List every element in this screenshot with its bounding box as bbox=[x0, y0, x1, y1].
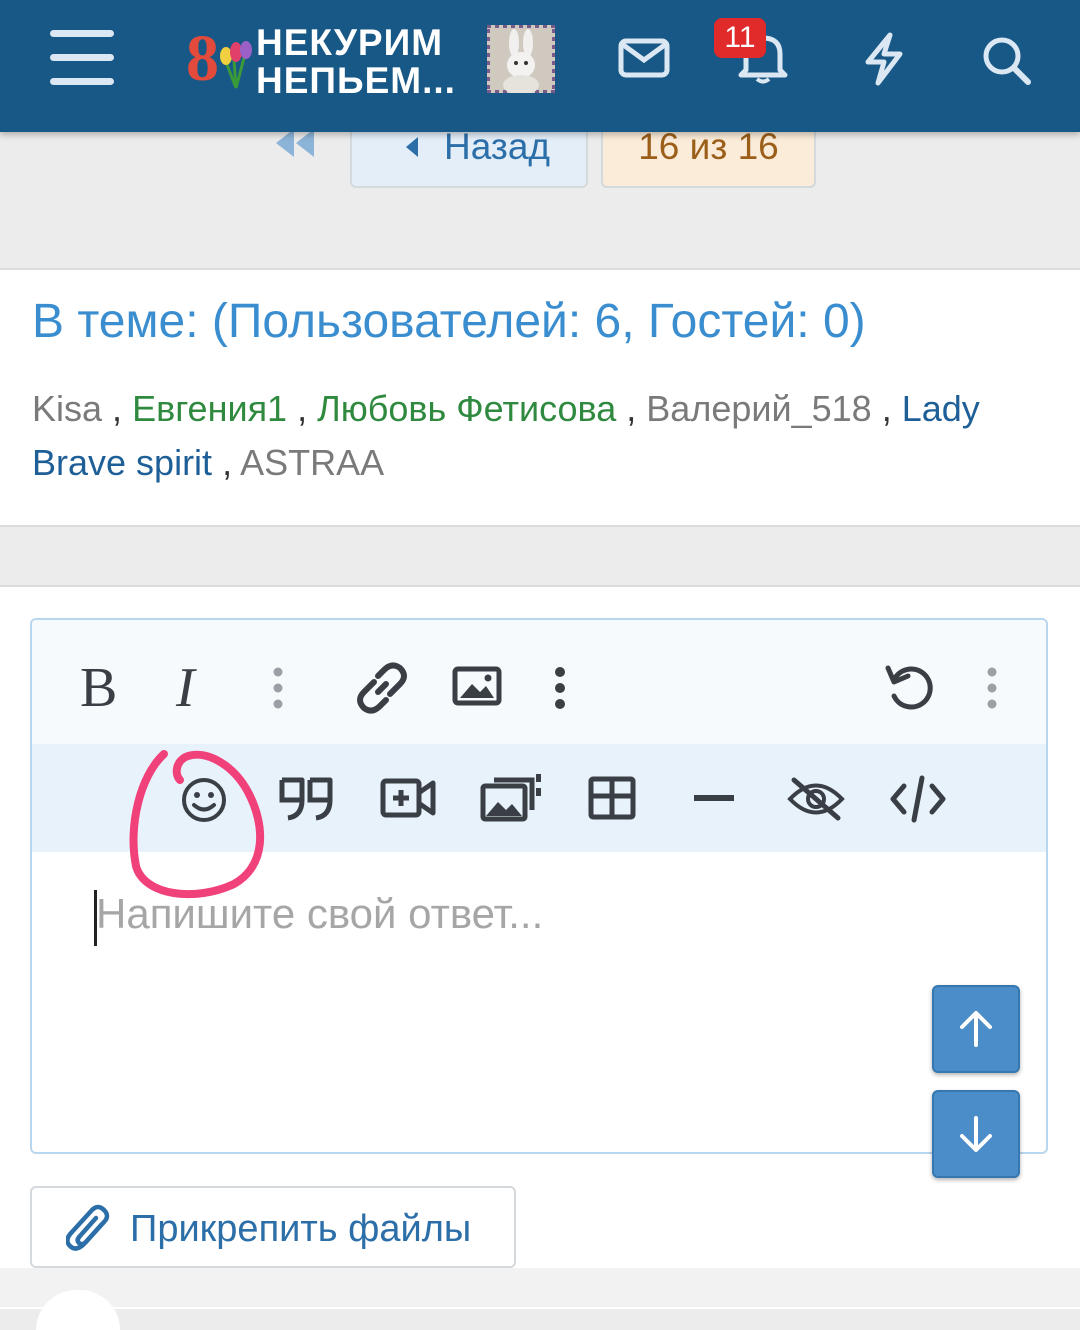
lightning-icon[interactable] bbox=[862, 32, 906, 86]
user-link[interactable]: Валерий_518 bbox=[646, 388, 871, 429]
caret-left-icon bbox=[406, 137, 418, 157]
more-text-options-icon[interactable] bbox=[272, 666, 284, 710]
gallery-icon[interactable] bbox=[480, 772, 542, 822]
logo-line-2: НЕПЬЕМ... bbox=[256, 60, 456, 101]
menu-icon[interactable] bbox=[50, 30, 114, 86]
paperclip-icon bbox=[66, 1204, 110, 1251]
image-icon[interactable] bbox=[452, 666, 502, 706]
user-link[interactable]: Любовь Фетисова bbox=[317, 388, 616, 429]
bottom-avatar-edge bbox=[36, 1290, 120, 1330]
user-link[interactable]: Евгения1 bbox=[132, 388, 287, 429]
attach-files-label: Прикрепить файлы bbox=[130, 1208, 472, 1250]
quote-icon[interactable] bbox=[278, 776, 334, 822]
logo-mark: 8 bbox=[186, 22, 219, 95]
bottom-bar bbox=[0, 1268, 1080, 1330]
undo-icon[interactable] bbox=[884, 662, 936, 714]
notification-count-badge: 11 bbox=[714, 18, 766, 58]
more-options-icon[interactable] bbox=[986, 666, 998, 710]
scroll-down-button[interactable] bbox=[932, 1090, 1020, 1178]
online-users-list: Kisa , Евгения1 , Любовь Фетисова , Вале… bbox=[32, 382, 1052, 490]
media-video-icon[interactable] bbox=[380, 778, 436, 818]
spoiler-hide-icon[interactable] bbox=[786, 776, 846, 822]
link-icon[interactable] bbox=[354, 662, 410, 714]
arrow-down-icon bbox=[960, 1116, 992, 1152]
search-icon[interactable] bbox=[980, 34, 1032, 86]
user-link[interactable]: Kisa bbox=[32, 388, 102, 429]
scroll-up-button[interactable] bbox=[932, 985, 1020, 1073]
bold-button[interactable]: B bbox=[80, 656, 117, 720]
more-insert-options-icon[interactable] bbox=[554, 666, 566, 710]
top-navigation-bar: 8 НЕКУРИМ НЕПЬЕМ... 11 bbox=[0, 0, 1080, 132]
site-logo[interactable]: 8 НЕКУРИМ НЕПЬЕМ... bbox=[182, 22, 455, 102]
online-users-title[interactable]: В теме: (Пользователей: 6, Гостей: 0) bbox=[32, 294, 866, 349]
user-separator: , bbox=[112, 388, 123, 429]
user-avatar[interactable] bbox=[487, 25, 555, 93]
user-separator: , bbox=[626, 388, 637, 429]
rabbit-avatar-image bbox=[487, 25, 555, 93]
inbox-icon[interactable] bbox=[618, 38, 670, 78]
user-separator: , bbox=[297, 388, 308, 429]
italic-button[interactable]: I bbox=[176, 656, 195, 720]
user-separator: , bbox=[881, 388, 892, 429]
annotation-circle bbox=[129, 750, 265, 898]
online-users-block: В теме: (Пользователей: 6, Гостей: 0) Ki… bbox=[0, 268, 1080, 527]
user-separator: , bbox=[222, 442, 233, 483]
flowers-icon bbox=[220, 41, 252, 89]
user-link[interactable]: ASTRAA bbox=[240, 442, 384, 483]
editor-toolbar-primary: B I bbox=[32, 620, 1046, 744]
logo-line-1: НЕКУРИМ bbox=[256, 22, 444, 63]
arrow-up-icon bbox=[960, 1011, 992, 1047]
horizontal-rule-icon[interactable] bbox=[694, 794, 734, 802]
table-icon[interactable] bbox=[588, 776, 636, 820]
attach-files-button[interactable]: Прикрепить файлы bbox=[30, 1186, 516, 1268]
code-icon[interactable] bbox=[890, 774, 946, 824]
